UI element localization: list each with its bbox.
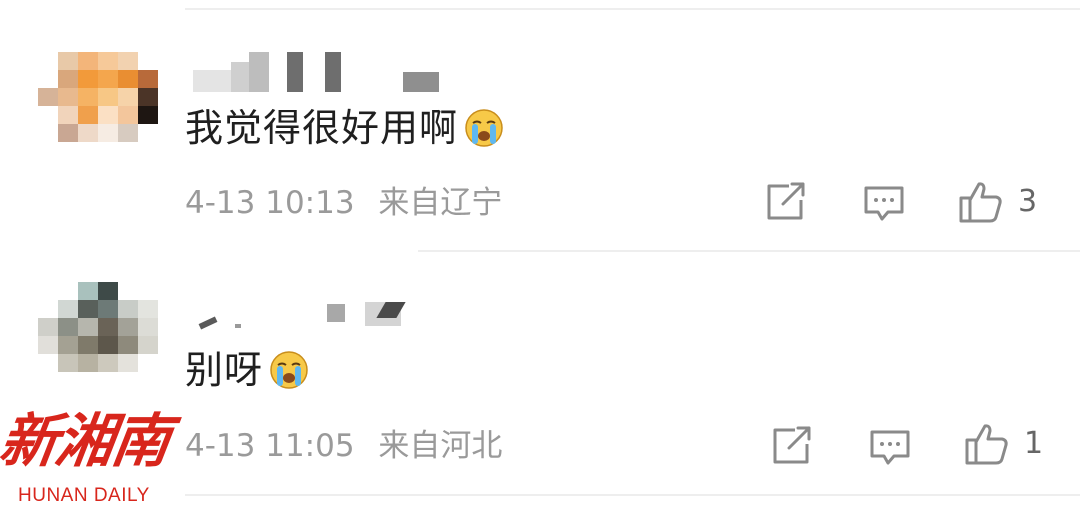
comment-text: 别呀 bbox=[185, 348, 309, 392]
thumbs-up-icon bbox=[958, 180, 1004, 224]
share-button[interactable] bbox=[765, 182, 807, 222]
hunan-daily-watermark: 新湘南 HUNAN DAILY bbox=[0, 405, 180, 509]
comment-time: 10:13 bbox=[265, 185, 355, 221]
comment-meta: 4-13 11:05 来自河北 bbox=[185, 428, 502, 464]
comment-bubble-icon bbox=[868, 428, 912, 468]
like-count: 3 bbox=[1018, 184, 1038, 219]
comment-body: 我觉得很好用啊 bbox=[185, 106, 459, 150]
comment-body: 别呀 bbox=[185, 348, 264, 392]
like-button[interactable]: 1 bbox=[964, 422, 1043, 466]
bottom-divider bbox=[185, 494, 1080, 496]
avatar[interactable] bbox=[38, 282, 158, 378]
comment-meta: 4-13 10:13 来自辽宁 bbox=[185, 185, 502, 221]
like-count: 1 bbox=[1024, 426, 1044, 461]
comment-location: 来自河北 bbox=[378, 428, 503, 464]
comment-date: 4-13 bbox=[185, 185, 256, 221]
avatar[interactable] bbox=[38, 52, 158, 148]
reply-button[interactable] bbox=[862, 184, 906, 224]
username-redacted[interactable] bbox=[185, 298, 445, 338]
thumbs-up-icon bbox=[964, 422, 1010, 466]
username-redacted[interactable] bbox=[185, 52, 445, 92]
watermark-english: HUNAN DAILY bbox=[18, 485, 150, 506]
comment-location: 来自辽宁 bbox=[378, 185, 503, 221]
comment-bubble-icon bbox=[862, 184, 906, 224]
comment-item: 我觉得很好用啊 4-13 10:13 来自辽宁 3 bbox=[0, 0, 1080, 250]
comment-date: 4-13 bbox=[185, 428, 256, 464]
like-button[interactable]: 3 bbox=[958, 180, 1037, 224]
watermark-logo-text: 新湘南 bbox=[0, 407, 173, 475]
share-icon bbox=[765, 182, 807, 222]
reply-button[interactable] bbox=[868, 428, 912, 468]
share-icon bbox=[771, 426, 813, 466]
crying-face-icon bbox=[464, 108, 504, 148]
crying-face-icon bbox=[269, 350, 309, 390]
share-button[interactable] bbox=[771, 426, 813, 466]
comment-time: 11:05 bbox=[265, 428, 355, 464]
comment-text: 我觉得很好用啊 bbox=[185, 106, 504, 150]
